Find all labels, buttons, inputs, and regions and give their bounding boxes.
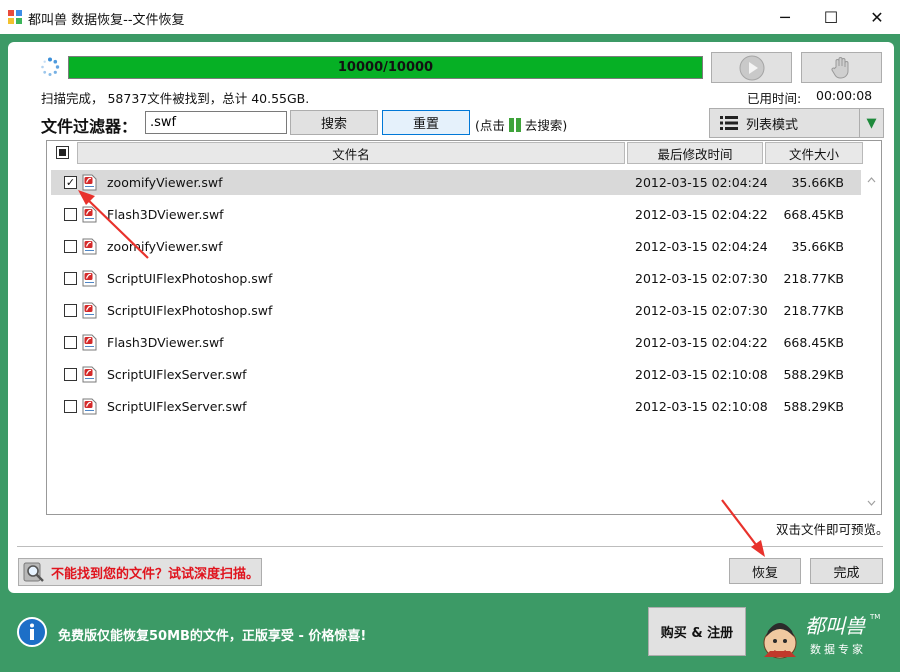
preview-hint: 双击文件即可预览。 [776, 522, 889, 537]
search-hint: (点击 去搜索) [475, 117, 568, 133]
file-size: 668.45KB [783, 335, 844, 350]
pause-icon [508, 117, 521, 132]
file-size: 588.29KB [783, 367, 844, 382]
swf-file-icon [82, 398, 97, 415]
search-button[interactable]: 搜索 [290, 110, 378, 135]
row-checkbox[interactable] [64, 208, 77, 221]
scan-progress-bar: 10000/10000 [68, 56, 703, 79]
logo-trademark: TM [869, 613, 880, 621]
filter-input[interactable] [145, 111, 287, 134]
deep-scan-label: 不能找到您的文件？试试深度扫描。 [51, 566, 260, 582]
file-modified: 2012-03-15 02:07:30 [635, 303, 768, 318]
file-name: ScriptUIFlexServer.swf [107, 367, 247, 382]
file-modified: 2012-03-15 02:10:08 [635, 399, 768, 414]
reset-button[interactable]: 重置 [382, 110, 470, 135]
file-modified: 2012-03-15 02:04:22 [635, 335, 768, 350]
minimize-icon: ─ [780, 7, 790, 27]
swf-file-icon [82, 206, 97, 223]
swf-file-icon [82, 270, 97, 287]
dropdown-arrow-icon[interactable]: ▼ [859, 109, 883, 137]
swf-file-icon [82, 334, 97, 351]
swf-file-icon [82, 174, 97, 191]
deep-scan-button[interactable]: 不能找到您的文件？试试深度扫描。 [18, 558, 262, 586]
maximize-button[interactable]: ☐ [808, 0, 854, 34]
close-button[interactable]: ✕ [854, 0, 900, 34]
free-version-notice: 免费版仅能恢复50MB的文件，正版享受 - 价格惊喜! [58, 629, 367, 644]
table-row[interactable]: ✓ zoomifyViewer.swf 2012-03-15 02:04:24 35.… [51, 170, 861, 195]
elapsed-time-label: 已用时间: [747, 91, 802, 106]
row-checkbox[interactable] [64, 336, 77, 349]
file-size: 668.45KB [783, 207, 844, 222]
logo-text: 都叫兽 [805, 614, 866, 638]
table-row[interactable]: ScriptUIFlexPhotoshop.swf 2012-03-15 02:0… [51, 266, 861, 291]
maximize-icon: ☐ [823, 7, 839, 27]
row-checkbox[interactable]: ✓ [64, 176, 77, 189]
column-header-modified[interactable]: 最后修改时间 [627, 142, 763, 164]
row-checkbox[interactable] [64, 400, 77, 413]
divider [17, 546, 883, 547]
start-scan-button[interactable] [711, 52, 792, 83]
progress-text: 10000/10000 [337, 60, 434, 75]
elapsed-time-value: 00:00:08 [816, 88, 873, 103]
table-row[interactable]: ScriptUIFlexServer.swf 2012-03-15 02:10:0… [51, 394, 861, 419]
play-icon [739, 55, 764, 80]
app-icon [8, 10, 22, 24]
row-checkbox[interactable] [64, 272, 77, 285]
file-size: 35.66KB [791, 239, 844, 254]
swf-file-icon [82, 238, 97, 255]
file-modified: 2012-03-15 02:04:24 [635, 175, 768, 190]
logo-subtext: 数据专家 [810, 642, 866, 656]
file-size: 588.29KB [783, 399, 844, 414]
file-name: ScriptUIFlexServer.swf [107, 399, 247, 414]
table-row[interactable]: ScriptUIFlexPhotoshop.swf 2012-03-15 02:0… [51, 298, 861, 323]
file-modified: 2012-03-15 02:07:30 [635, 271, 768, 286]
select-all-checkbox[interactable] [56, 146, 69, 159]
file-size: 35.66KB [791, 175, 844, 190]
finish-button[interactable]: 完成 [810, 558, 883, 584]
file-size: 218.77KB [783, 271, 844, 286]
row-checkbox[interactable] [64, 240, 77, 253]
magnifier-icon [23, 562, 44, 582]
brand-logo: 都叫兽 数据专家 TM [760, 607, 885, 662]
window-title: 都叫兽 数据恢复--文件恢复 [28, 13, 185, 28]
loading-spinner-icon [41, 57, 60, 76]
stop-hand-icon [830, 56, 848, 78]
table-row[interactable]: Flash3DViewer.swf 2012-03-15 02:04:22 668.… [51, 330, 861, 355]
file-size: 218.77KB [783, 303, 844, 318]
file-modified: 2012-03-15 02:04:24 [635, 239, 768, 254]
view-mode-select[interactable]: 列表模式 ▼ [709, 108, 884, 138]
table-row[interactable]: Flash3DViewer.swf 2012-03-15 02:04:22 668.… [51, 202, 861, 227]
row-checkbox[interactable] [64, 304, 77, 317]
file-modified: 2012-03-15 02:10:08 [635, 367, 768, 382]
swf-file-icon [82, 302, 97, 319]
stop-scan-button[interactable] [801, 52, 882, 83]
table-row[interactable]: zoomifyViewer.swf 2012-03-15 02:04:24 35.6… [51, 234, 861, 259]
file-name: ScriptUIFlexPhotoshop.swf [107, 303, 273, 318]
file-name: zoomifyViewer.swf [107, 239, 223, 254]
scan-status-text: 扫描完成， 58737文件被找到，总计 40.55GB. [41, 91, 310, 106]
table-header: 文件名 最后修改时间 文件大小 [47, 141, 881, 165]
title-bar: 都叫兽 数据恢复--文件恢复 ─ ☐ ✕ [0, 0, 900, 34]
list-icon [720, 116, 738, 130]
view-mode-label: 列表模式 [746, 117, 799, 133]
vertical-scrollbar[interactable] [863, 166, 880, 514]
recover-button[interactable]: 恢复 [729, 558, 801, 584]
file-name: Flash3DViewer.swf [107, 335, 224, 350]
file-name: zoomifyViewer.swf [107, 175, 223, 190]
file-table: 文件名 最后修改时间 文件大小 ✓ zoomifyViewer.swf 2012-0… [46, 140, 882, 515]
file-name: Flash3DViewer.swf [107, 207, 224, 222]
close-icon: ✕ [870, 7, 884, 27]
filter-label: 文件过滤器： [41, 117, 138, 136]
info-icon [17, 617, 47, 647]
buy-register-button[interactable]: 购买 & 注册 [648, 607, 746, 656]
column-header-name[interactable]: 文件名 [77, 142, 625, 164]
file-modified: 2012-03-15 02:04:22 [635, 207, 768, 222]
swf-file-icon [82, 366, 97, 383]
row-checkbox[interactable] [64, 368, 77, 381]
file-name: ScriptUIFlexPhotoshop.swf [107, 271, 273, 286]
check-icon: ✓ [65, 176, 76, 189]
minimize-button[interactable]: ─ [762, 0, 808, 34]
table-row[interactable]: ScriptUIFlexServer.swf 2012-03-15 02:10:0… [51, 362, 861, 387]
column-header-size[interactable]: 文件大小 [765, 142, 863, 164]
